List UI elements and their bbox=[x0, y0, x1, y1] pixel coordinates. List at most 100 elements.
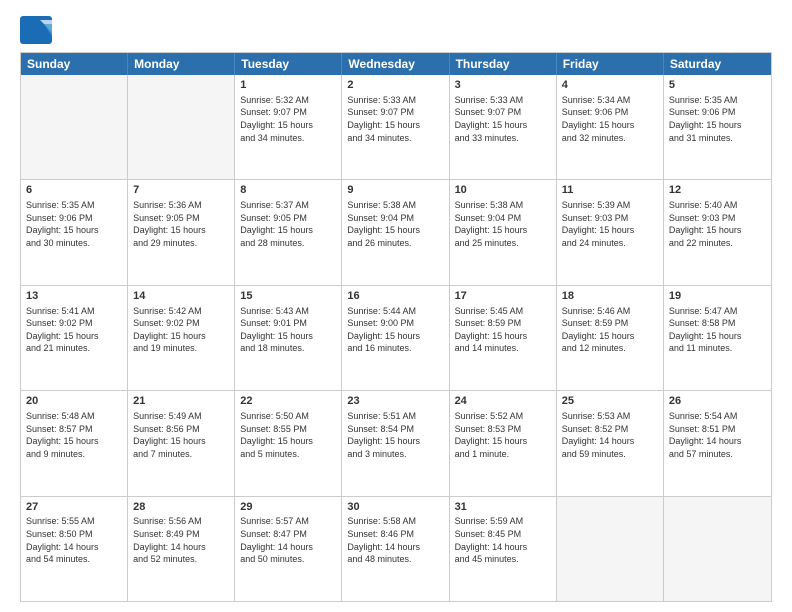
cell-line: Sunset: 8:49 PM bbox=[133, 528, 229, 541]
day-of-week-thursday: Thursday bbox=[450, 53, 557, 75]
week-row-1: 1Sunrise: 5:32 AMSunset: 9:07 PMDaylight… bbox=[21, 75, 771, 179]
cell-line: Daylight: 15 hours bbox=[669, 330, 766, 343]
cell-line: Daylight: 14 hours bbox=[347, 541, 443, 554]
calendar-body: 1Sunrise: 5:32 AMSunset: 9:07 PMDaylight… bbox=[21, 75, 771, 601]
cell-line: Sunset: 9:03 PM bbox=[669, 212, 766, 225]
day-of-week-tuesday: Tuesday bbox=[235, 53, 342, 75]
cell-line: and 25 minutes. bbox=[455, 237, 551, 250]
empty-cell bbox=[664, 497, 771, 601]
cell-line: and 24 minutes. bbox=[562, 237, 658, 250]
day-number: 26 bbox=[669, 394, 766, 409]
cell-line: Sunset: 9:06 PM bbox=[562, 106, 658, 119]
cell-line: Daylight: 15 hours bbox=[347, 224, 443, 237]
day-number: 14 bbox=[133, 289, 229, 304]
day-cell-12: 12Sunrise: 5:40 AMSunset: 9:03 PMDayligh… bbox=[664, 180, 771, 284]
cell-line: Daylight: 15 hours bbox=[455, 330, 551, 343]
day-number: 12 bbox=[669, 183, 766, 198]
day-number: 19 bbox=[669, 289, 766, 304]
cell-line: Sunrise: 5:51 AM bbox=[347, 410, 443, 423]
day-of-week-sunday: Sunday bbox=[21, 53, 128, 75]
day-number: 4 bbox=[562, 78, 658, 93]
cell-line: and 59 minutes. bbox=[562, 448, 658, 461]
cell-line: Sunrise: 5:45 AM bbox=[455, 305, 551, 318]
cell-line: Sunrise: 5:35 AM bbox=[669, 94, 766, 107]
day-number: 24 bbox=[455, 394, 551, 409]
cell-line: and 18 minutes. bbox=[240, 342, 336, 355]
day-cell-19: 19Sunrise: 5:47 AMSunset: 8:58 PMDayligh… bbox=[664, 286, 771, 390]
cell-line: and 16 minutes. bbox=[347, 342, 443, 355]
day-number: 17 bbox=[455, 289, 551, 304]
cell-line: Daylight: 15 hours bbox=[133, 224, 229, 237]
cell-line: Sunrise: 5:43 AM bbox=[240, 305, 336, 318]
cell-line: and 14 minutes. bbox=[455, 342, 551, 355]
cell-line: and 57 minutes. bbox=[669, 448, 766, 461]
day-cell-14: 14Sunrise: 5:42 AMSunset: 9:02 PMDayligh… bbox=[128, 286, 235, 390]
cell-line: Sunrise: 5:47 AM bbox=[669, 305, 766, 318]
cell-line: Sunset: 8:58 PM bbox=[669, 317, 766, 330]
day-number: 5 bbox=[669, 78, 766, 93]
cell-line: and 3 minutes. bbox=[347, 448, 443, 461]
day-cell-24: 24Sunrise: 5:52 AMSunset: 8:53 PMDayligh… bbox=[450, 391, 557, 495]
calendar: SundayMondayTuesdayWednesdayThursdayFrid… bbox=[20, 52, 772, 602]
day-number: 22 bbox=[240, 394, 336, 409]
day-cell-8: 8Sunrise: 5:37 AMSunset: 9:05 PMDaylight… bbox=[235, 180, 342, 284]
day-number: 16 bbox=[347, 289, 443, 304]
cell-line: and 7 minutes. bbox=[133, 448, 229, 461]
day-cell-28: 28Sunrise: 5:56 AMSunset: 8:49 PMDayligh… bbox=[128, 497, 235, 601]
cell-line: Sunset: 8:59 PM bbox=[562, 317, 658, 330]
day-cell-22: 22Sunrise: 5:50 AMSunset: 8:55 PMDayligh… bbox=[235, 391, 342, 495]
day-number: 6 bbox=[26, 183, 122, 198]
day-cell-20: 20Sunrise: 5:48 AMSunset: 8:57 PMDayligh… bbox=[21, 391, 128, 495]
day-cell-1: 1Sunrise: 5:32 AMSunset: 9:07 PMDaylight… bbox=[235, 75, 342, 179]
day-cell-23: 23Sunrise: 5:51 AMSunset: 8:54 PMDayligh… bbox=[342, 391, 449, 495]
day-cell-9: 9Sunrise: 5:38 AMSunset: 9:04 PMDaylight… bbox=[342, 180, 449, 284]
cell-line: Sunrise: 5:48 AM bbox=[26, 410, 122, 423]
cell-line: Sunset: 8:55 PM bbox=[240, 423, 336, 436]
logo bbox=[20, 16, 56, 44]
day-cell-21: 21Sunrise: 5:49 AMSunset: 8:56 PMDayligh… bbox=[128, 391, 235, 495]
day-number: 15 bbox=[240, 289, 336, 304]
week-row-2: 6Sunrise: 5:35 AMSunset: 9:06 PMDaylight… bbox=[21, 179, 771, 284]
day-number: 20 bbox=[26, 394, 122, 409]
cell-line: Sunset: 9:04 PM bbox=[347, 212, 443, 225]
logo-icon bbox=[20, 16, 52, 44]
empty-cell bbox=[128, 75, 235, 179]
cell-line: Sunrise: 5:32 AM bbox=[240, 94, 336, 107]
day-number: 3 bbox=[455, 78, 551, 93]
cell-line: Sunrise: 5:44 AM bbox=[347, 305, 443, 318]
cell-line: Sunrise: 5:50 AM bbox=[240, 410, 336, 423]
cell-line: Sunset: 8:52 PM bbox=[562, 423, 658, 436]
cell-line: Sunrise: 5:46 AM bbox=[562, 305, 658, 318]
cell-line: and 29 minutes. bbox=[133, 237, 229, 250]
cell-line: Daylight: 15 hours bbox=[26, 224, 122, 237]
cell-line: Daylight: 14 hours bbox=[26, 541, 122, 554]
cell-line: and 11 minutes. bbox=[669, 342, 766, 355]
cell-line: Sunrise: 5:52 AM bbox=[455, 410, 551, 423]
cell-line: and 28 minutes. bbox=[240, 237, 336, 250]
cell-line: Sunset: 9:04 PM bbox=[455, 212, 551, 225]
cell-line: Sunrise: 5:57 AM bbox=[240, 515, 336, 528]
cell-line: Daylight: 15 hours bbox=[240, 435, 336, 448]
cell-line: Daylight: 15 hours bbox=[240, 119, 336, 132]
cell-line: and 52 minutes. bbox=[133, 553, 229, 566]
cell-line: and 26 minutes. bbox=[347, 237, 443, 250]
day-cell-27: 27Sunrise: 5:55 AMSunset: 8:50 PMDayligh… bbox=[21, 497, 128, 601]
cell-line: and 54 minutes. bbox=[26, 553, 122, 566]
cell-line: Daylight: 15 hours bbox=[562, 119, 658, 132]
day-number: 2 bbox=[347, 78, 443, 93]
cell-line: Sunrise: 5:38 AM bbox=[455, 199, 551, 212]
day-cell-10: 10Sunrise: 5:38 AMSunset: 9:04 PMDayligh… bbox=[450, 180, 557, 284]
cell-line: Sunset: 8:51 PM bbox=[669, 423, 766, 436]
day-number: 25 bbox=[562, 394, 658, 409]
cell-line: and 22 minutes. bbox=[669, 237, 766, 250]
day-cell-15: 15Sunrise: 5:43 AMSunset: 9:01 PMDayligh… bbox=[235, 286, 342, 390]
day-number: 7 bbox=[133, 183, 229, 198]
day-cell-7: 7Sunrise: 5:36 AMSunset: 9:05 PMDaylight… bbox=[128, 180, 235, 284]
cell-line: Sunset: 9:00 PM bbox=[347, 317, 443, 330]
cell-line: Daylight: 15 hours bbox=[669, 119, 766, 132]
day-cell-18: 18Sunrise: 5:46 AMSunset: 8:59 PMDayligh… bbox=[557, 286, 664, 390]
cell-line: and 9 minutes. bbox=[26, 448, 122, 461]
cell-line: Sunrise: 5:39 AM bbox=[562, 199, 658, 212]
calendar-header: SundayMondayTuesdayWednesdayThursdayFrid… bbox=[21, 53, 771, 75]
cell-line: and 1 minute. bbox=[455, 448, 551, 461]
